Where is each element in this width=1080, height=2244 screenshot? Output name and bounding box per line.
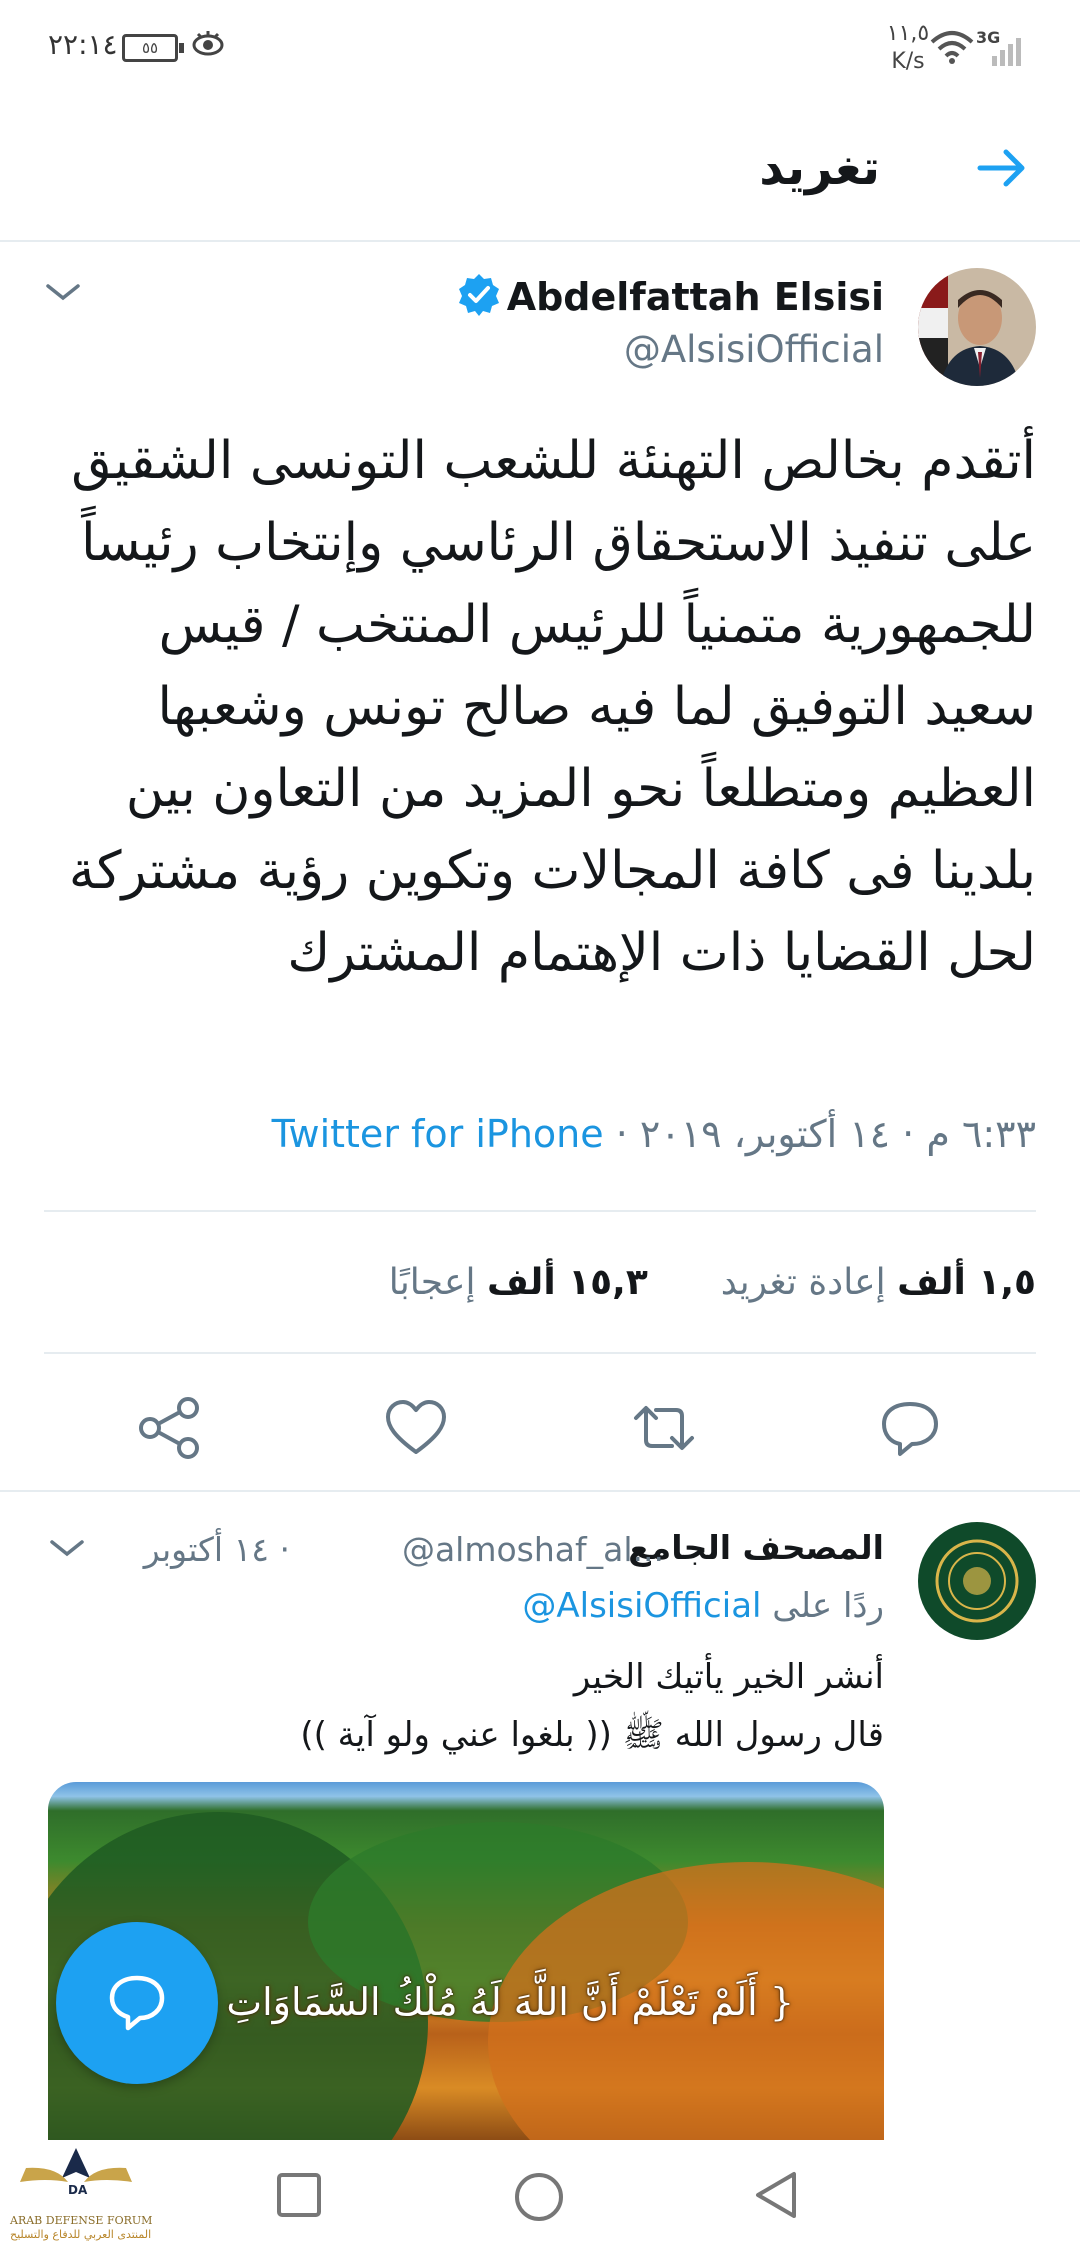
- likes-stat[interactable]: ١٥,٣ ألف إعجابًا: [389, 1262, 648, 1303]
- replying-prefix: ردًا على: [772, 1586, 884, 1626]
- recents-square-icon[interactable]: [274, 2170, 324, 2224]
- author-name-text: Abdelfattah Elsisi: [506, 275, 884, 319]
- retweet-icon[interactable]: [624, 1388, 704, 1468]
- battery-icon: ٥٥: [122, 34, 184, 62]
- system-nav-bar: [0, 2140, 1080, 2244]
- reply-icon[interactable]: [870, 1388, 950, 1468]
- replying-to: ردًا على @AlsisiOfficial: [522, 1586, 884, 1626]
- tweet-meta: ٦:٣٣ م · ١٤ أكتوبر، ٢٠١٩ · Twitter for i…: [271, 1112, 1036, 1156]
- reply-avatar[interactable]: [918, 1522, 1036, 1640]
- reply-author-name[interactable]: المصحف الجامع: [628, 1528, 884, 1567]
- tweet-time: ٦:٣٣ م: [926, 1112, 1036, 1156]
- status-bar: ٢٢:١٤ ٥٥ ١١,٥ K/s 3G: [0, 0, 1080, 100]
- author-name[interactable]: Abdelfattah Elsisi: [457, 272, 884, 325]
- arrow-right-icon[interactable]: [974, 140, 1030, 200]
- home-circle-icon[interactable]: [512, 2170, 566, 2228]
- share-icon[interactable]: [130, 1388, 210, 1468]
- tweet-text: أتقدم بخالص التهنئة للشعب التونسى الشقيق…: [68, 431, 1036, 983]
- reply-author-handle[interactable]: @almoshaf_al...: [402, 1530, 664, 1569]
- eye-icon: [190, 28, 226, 62]
- back-triangle-icon[interactable]: [750, 2168, 804, 2226]
- like-heart-icon[interactable]: [376, 1388, 456, 1468]
- network-speed: ١١,٥ K/s: [878, 20, 938, 76]
- tweet-stats: ١,٥ ألف إعادة تغريد ١٥,٣ ألف إعجابًا: [389, 1262, 1036, 1303]
- divider: [44, 1352, 1036, 1354]
- tweet-date: ١٤ أكتوبر، ٢٠١٩: [639, 1112, 891, 1156]
- retweets-stat[interactable]: ١,٥ ألف إعادة تغريد: [721, 1262, 1036, 1303]
- compose-reply-button[interactable]: [56, 1922, 218, 2084]
- wifi-icon: [930, 30, 974, 68]
- page-title: تغريد: [759, 140, 880, 196]
- tweet-separator: [0, 1490, 1080, 1492]
- avatar[interactable]: [918, 268, 1036, 386]
- tweet-actions: [0, 1376, 1080, 1486]
- tweet-source-link[interactable]: Twitter for iPhone: [272, 1112, 604, 1156]
- media-verse-text: { أَلَمْ تَعْلَمْ أَنَّ اللَّهَ لَهُ مُل…: [145, 1980, 794, 2024]
- retweets-label: إعادة تغريد: [720, 1262, 886, 1303]
- reply-date-text: ١٤ أكتوبر: [143, 1530, 270, 1569]
- divider: [44, 1210, 1036, 1212]
- status-time: ٢٢:١٤: [48, 28, 118, 61]
- verified-badge-icon: [457, 272, 501, 325]
- reply-text: أنشر الخير يأتيك الخير قال رسول الله ﷺ (…: [300, 1648, 884, 1764]
- watermark-logo-text: DA: [68, 2183, 88, 2197]
- reply-menu-chevron-icon[interactable]: [44, 1528, 90, 1572]
- reply-date: · ١٤ أكتوبر: [143, 1530, 290, 1569]
- watermark-english: ARAB DEFENSE FORUM: [10, 2214, 153, 2227]
- watermark-arabic: المنتدى العربي للدفاع والتسليح: [10, 2228, 152, 2241]
- author-handle[interactable]: @AlsisiOfficial: [624, 328, 884, 371]
- speed-value: ١١,٥: [886, 21, 930, 46]
- replying-to-link[interactable]: @AlsisiOfficial: [522, 1586, 761, 1626]
- reply-line-1: أنشر الخير يأتيك الخير: [573, 1657, 884, 1697]
- likes-label: إعجابًا: [388, 1262, 476, 1303]
- top-bar: تغريد: [0, 100, 1080, 242]
- tweet-menu-chevron-icon[interactable]: [40, 272, 86, 316]
- reply-bubble-icon: [109, 1975, 165, 2031]
- speed-unit: K/s: [891, 49, 925, 74]
- retweets-count: ١,٥ ألف: [897, 1262, 1036, 1303]
- reply-line-2: قال رسول الله ﷺ (( بلغوا عني ولو آية )): [300, 1715, 884, 1755]
- likes-count: ١٥,٣ ألف: [486, 1262, 648, 1303]
